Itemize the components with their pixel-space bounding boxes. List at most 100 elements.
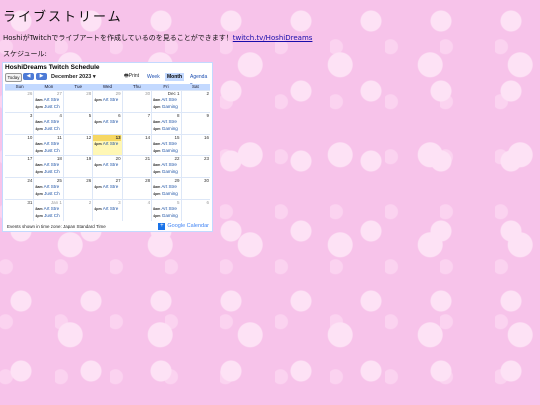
calendar-event[interactable]: 8am Art Stre <box>153 162 177 168</box>
event-title: Gaming <box>161 104 178 109</box>
day-cell[interactable]: 26 <box>62 178 92 199</box>
day-cell[interactable]: 31 <box>5 200 33 221</box>
event-title: Art Stre <box>102 140 119 146</box>
day-cell[interactable]: 2 <box>62 199 92 221</box>
day-cell[interactable]: 29 4pm Art Stre <box>92 91 121 112</box>
calendar-event[interactable]: 8am Art Stre <box>153 184 177 190</box>
event-time: 8am <box>153 206 161 211</box>
day-cell[interactable]: Jan 1 8am Art Stre 4pm Just Ch <box>33 199 62 221</box>
calendar-event[interactable]: 4pm Just Ch <box>35 213 59 219</box>
day-cell[interactable]: 28 <box>62 91 92 112</box>
day-cell[interactable]: 14 <box>121 134 151 156</box>
month-dropdown[interactable]: December 2023 ▾ <box>51 73 96 81</box>
calendar-event[interactable]: 4pm Gaming <box>153 213 178 219</box>
google-calendar-logo[interactable]: + Google Calendar <box>158 223 209 230</box>
schedule-label: スケジュール: <box>3 50 47 58</box>
day-cell[interactable]: 15 8am Art Stre 4pm Gaming <box>151 134 180 156</box>
day-cell[interactable]: 18 8am Art Stre 4pm Just Ch <box>33 156 62 178</box>
day-cell[interactable]: 3 <box>5 113 33 134</box>
day-cell[interactable]: 30 <box>121 91 151 112</box>
calendar-event[interactable]: 4pm Art Stre <box>94 184 118 190</box>
calendar-event[interactable]: 8am Art Stre <box>153 97 177 103</box>
day-cell[interactable]: 6 <box>180 199 210 221</box>
day-cell[interactable]: 9 <box>180 112 210 134</box>
day-cell[interactable]: 20 4pm Art Stre <box>92 156 121 178</box>
event-title: Art Stre <box>161 140 177 146</box>
calendar-event[interactable]: 4pm Gaming <box>153 191 178 197</box>
event-title: Art Stre <box>102 118 119 124</box>
calendar-event[interactable]: 4pm Art Stre <box>94 119 118 125</box>
calendar-event[interactable]: 8am Art Stre <box>153 119 177 125</box>
event-title: Art Stre <box>161 205 177 211</box>
calendar-event[interactable]: 4pm Gaming <box>153 148 178 154</box>
calendar-event[interactable]: 4pm Art Stre <box>94 206 118 212</box>
calendar-event[interactable]: 8am Art Stre <box>35 97 59 103</box>
event-title: Art Stre <box>102 162 119 168</box>
calendar-event[interactable]: 8am Art Stre <box>35 162 59 168</box>
event-time: 8am <box>35 206 43 211</box>
calendar-event[interactable]: 4pm Just Ch <box>35 191 59 197</box>
day-cell[interactable]: Dec 1 8am Art Stre 4pm Gaming <box>151 91 180 112</box>
calendar-event[interactable]: 4pm Gaming <box>153 126 178 132</box>
day-cell[interactable]: 21 <box>121 156 151 178</box>
calendar-event[interactable]: 4pm Just Ch <box>35 148 59 154</box>
event-title: Art Stre <box>43 118 60 124</box>
day-cell[interactable]: 8 8am Art Stre 4pm Gaming <box>151 112 180 134</box>
day-cell[interactable]: 2 <box>180 91 210 112</box>
day-cell[interactable]: 27 4pm Art Stre <box>92 178 121 199</box>
event-time: 8am <box>153 98 161 102</box>
day-cell[interactable]: 10 <box>5 135 33 156</box>
event-time: 4pm <box>153 213 161 218</box>
day-cell[interactable]: 13 4pm Art Stre <box>92 134 122 156</box>
day-cell[interactable]: 7 <box>121 112 151 134</box>
calendar-event[interactable]: 8am Art Stre <box>35 184 59 190</box>
day-cell[interactable]: 4 <box>121 199 151 221</box>
calendar-event[interactable]: 4pm Just Ch <box>35 169 59 175</box>
day-cell[interactable]: 29 8am Art Stre 4pm Gaming <box>151 178 180 199</box>
calendar-event[interactable]: 4pm Just Ch <box>35 104 59 110</box>
prev-month-button[interactable]: ◀ <box>23 73 34 80</box>
day-number: 30 <box>145 91 151 96</box>
day-cell[interactable]: 5 8am Art Stre 4pm Gaming <box>151 199 180 221</box>
event-time: 4pm <box>153 105 161 109</box>
tab-month[interactable]: Month <box>165 73 184 81</box>
calendar-event[interactable]: 8am Art Stre <box>35 141 59 147</box>
day-cell[interactable]: 22 8am Art Stre 4pm Gaming <box>151 156 180 178</box>
calendar-event[interactable]: 4pm Art Stre <box>94 162 118 168</box>
day-cell[interactable]: 24 <box>5 178 33 199</box>
twitch-link[interactable]: twitch.tv/HoshiDreams <box>233 34 313 42</box>
calendar-event[interactable]: 4pm Gaming <box>153 104 178 110</box>
day-cell[interactable]: 25 8am Art Stre 4pm Just Ch <box>33 178 62 199</box>
calendar-event[interactable]: 8am Art Stre <box>35 206 59 212</box>
day-cell[interactable]: 5 <box>62 112 92 134</box>
day-cell[interactable]: 27 8am Art Stre 4pm Just Ch <box>33 91 62 112</box>
calendar-event[interactable]: 8am Art Stre <box>35 119 59 125</box>
day-cell[interactable]: 11 8am Art Stre 4pm Just Ch <box>33 134 62 156</box>
event-time: 8am <box>35 141 43 146</box>
day-number: 30 <box>203 178 209 184</box>
day-cell[interactable]: 26 <box>5 91 33 112</box>
tab-week[interactable]: Week <box>145 73 162 81</box>
day-cell[interactable]: 16 <box>180 134 210 156</box>
day-cell[interactable]: 19 <box>62 156 92 178</box>
next-month-button[interactable]: ▶ <box>36 73 47 80</box>
day-cell[interactable]: 23 <box>180 156 210 178</box>
calendar-event[interactable]: 4pm Gaming <box>153 169 178 175</box>
event-time: 8am <box>35 119 43 124</box>
calendar-event[interactable]: 4pm Art Stre <box>94 97 118 103</box>
day-cell[interactable]: 3 4pm Art Stre <box>92 199 121 221</box>
print-button[interactable]: 🖶Print <box>124 72 139 80</box>
today-button[interactable]: Today <box>5 73 22 82</box>
calendar-event[interactable]: 4pm Just Ch <box>35 126 59 132</box>
day-cell[interactable]: 6 4pm Art Stre <box>92 112 121 134</box>
day-cell[interactable]: 4 8am Art Stre 4pm Just Ch <box>33 112 62 134</box>
tab-agenda[interactable]: Agenda ▾ <box>188 73 210 88</box>
calendar-event[interactable]: 8am Art Stre <box>153 206 177 212</box>
event-title: Just Ch <box>44 104 60 109</box>
day-cell[interactable]: 17 <box>5 156 33 177</box>
day-cell[interactable]: 12 <box>62 134 92 156</box>
day-cell[interactable]: 28 <box>121 178 151 199</box>
calendar-event[interactable]: 4pm Art Stre <box>94 141 118 147</box>
day-cell[interactable]: 30 <box>180 178 210 199</box>
calendar-event[interactable]: 8am Art Stre <box>153 141 177 147</box>
